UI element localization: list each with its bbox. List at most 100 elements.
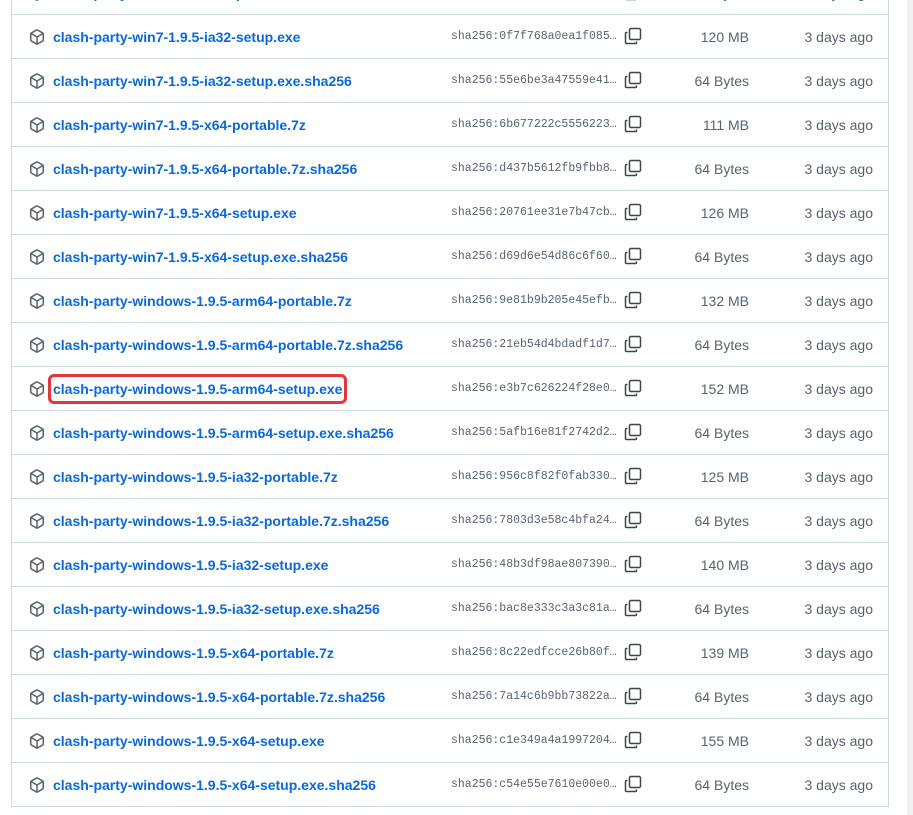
asset-size: 64 Bytes [694,249,749,265]
asset-date: 3 days ago [804,73,874,89]
asset-size: 64 Bytes [694,689,749,705]
asset-date: 3 days ago [804,777,874,793]
package-icon [30,29,44,45]
asset-row: clash-party-windows-1.9.5-ia32-setup.exe… [12,543,888,587]
asset-name-link[interactable]: clash-party-windows-1.9.5-x64-portable.7… [53,687,385,707]
asset-sha256: sha256:8c22edfcce26b80f4… [451,646,619,659]
asset-sha256: sha256:55e6be3a47559e410… [451,74,619,87]
package-icon [30,249,44,265]
asset-size: 64 Bytes [694,161,749,177]
asset-size: 155 MB [700,733,749,749]
asset-name-link[interactable]: clash-party-windows-1.9.5-x64-portable.7… [53,643,334,663]
asset-name-link[interactable]: clash-party-win7-1.9.5-ia32-setup.exe [53,27,300,47]
asset-name-link[interactable]: clash-party-windows-1.9.5-ia32-portable.… [53,467,338,487]
asset-name-link[interactable]: clash-party-windows-1.9.5-ia32-setup.exe… [53,599,380,619]
asset-sha256: sha256:e3b7c626224f28e08… [451,382,619,395]
asset-size: 126 MB [700,205,749,221]
asset-date: 3 days ago [804,337,874,353]
asset-name-link[interactable]: clash-party-win7-1.9.5-x64-setup.exe.sha… [53,247,348,267]
asset-name-link[interactable]: clash-party-win7-1.9.5-ia32-setup.exe.sh… [53,71,352,91]
package-icon [30,381,44,397]
copy-icon[interactable] [624,203,642,221]
asset-name-link[interactable]: clash-party-win7-1.9.5-x64-setup.exe [53,203,297,223]
copy-icon[interactable] [624,467,642,485]
asset-name-link[interactable]: clash-party-windows-1.9.5-arm64-portable… [53,335,403,355]
asset-name-link[interactable]: clash-party-win7-1.9.5-x64-portable.7z [53,115,306,135]
package-icon [30,73,44,89]
page-scrollbar[interactable] [907,0,913,815]
asset-sha256: sha256:7803d3e58c4bfa245… [451,514,619,527]
asset-sha256: sha256:9e81b9b205e45efb7… [451,294,619,307]
asset-row: clash-party-windows-1.9.5-x64-portable.7… [12,631,888,675]
copy-icon[interactable] [624,555,642,573]
asset-sha256: sha256:48b3df98ae8073900… [451,558,619,571]
asset-sha256: sha256:0a1b2c3d4e5f67890abc... [451,0,619,1]
copy-icon[interactable] [624,71,642,89]
asset-name-link[interactable]: clash-party-windows-1.9.5-ia32-portable.… [53,511,389,531]
asset-row: clash-party-windows-1.9.5-x64-portable.7… [12,675,888,719]
copy-icon[interactable] [624,115,642,133]
asset-name-link[interactable]: clash-party-windows-1.9.5-x64-setup.exe [53,731,325,751]
asset-date: 3 days ago [804,381,874,397]
copy-icon[interactable] [624,775,642,793]
asset-name-link[interactable]: clash-party-win7-1.9.5-x64-portable.7z.s… [53,159,357,179]
asset-row: clash-party-win7-1.9.5-ia32-setup.exe sh… [12,15,888,59]
asset-row: clash-party-windows-1.9.5-x64-setup.exe … [12,719,888,763]
package-icon [30,161,44,177]
asset-sha256: sha256:6b677222c5556223d… [451,118,619,131]
asset-size: 64 Bytes [694,73,749,89]
package-icon [30,777,44,793]
asset-name-link[interactable]: clash-party-windows-1.9.5-arm64-portable… [53,291,352,311]
asset-date: 3 days ago [804,117,874,133]
asset-size: 140 MB [700,557,749,573]
asset-size: 132 MB [700,293,749,309]
asset-row: clash-party-windows-1.9.5-ia32-portable.… [12,499,888,543]
asset-size: 120 MB [700,29,749,45]
asset-row: clash-party-windows-1.9.5-arm64-setup.ex… [12,411,888,455]
asset-row: clash-party-win7-1.9.5-ia32-setup.exe.sh… [12,59,888,103]
asset-name-link[interactable]: clash-party-windows-1.9.5-ia32-setup.exe [53,555,328,575]
asset-row: clash-party-windows-1.9.5-ia32-portable.… [12,455,888,499]
asset-date: 3 days ago [804,293,874,309]
copy-icon[interactable] [624,687,642,705]
asset-row: clash-party-win7-1.9.5-x64-setup.exe sha… [12,191,888,235]
copy-icon[interactable] [624,291,642,309]
asset-date: 3 days ago [804,601,874,617]
asset-name-link[interactable]: clash-party-windows-1.9.5-x64-setup.exe.… [53,775,376,795]
asset-size: 139 MB [700,645,749,661]
asset-sha256: sha256:5afb16e81f2742d2d… [451,426,619,439]
copy-icon[interactable] [624,247,642,265]
asset-sha256: sha256:bac8e333c3a3c81a1… [451,602,619,615]
asset-date: 3 days ago [804,205,874,221]
copy-icon[interactable] [624,27,642,45]
asset-row: clash-party-win7-1.9.5-x64-portable.7z.s… [12,147,888,191]
asset-size: 64 Bytes [694,777,749,793]
asset-sha256: sha256:c54e55e7610e00e09… [451,778,619,791]
asset-name-link[interactable]: clash-party-win7-1.9.5-ia32-portable.7z.… [53,0,361,3]
copy-icon[interactable] [624,511,642,529]
package-icon [30,205,44,221]
asset-name-link[interactable]: clash-party-windows-1.9.5-arm64-setup.ex… [47,374,348,404]
copy-icon[interactable] [624,379,642,397]
asset-row: clash-party-win7-1.9.5-ia32-portable.7z.… [12,0,888,15]
asset-date: 3 days ago [804,249,874,265]
asset-sha256: sha256:7a14c6b9bb73822ad… [451,690,619,703]
package-icon [30,469,44,485]
release-assets-list: clash-party-win7-1.9.5-ia32-portable.7z.… [11,0,889,807]
copy-icon[interactable] [624,643,642,661]
copy-icon[interactable] [624,159,642,177]
copy-icon[interactable] [624,423,642,441]
asset-date: 3 days ago [804,469,874,485]
asset-row: clash-party-win7-1.9.5-x64-setup.exe.sha… [12,235,888,279]
package-icon [30,645,44,661]
copy-icon[interactable] [624,0,642,1]
asset-size: 152 MB [700,381,749,397]
asset-name-link[interactable]: clash-party-windows-1.9.5-arm64-setup.ex… [53,423,394,443]
copy-icon[interactable] [624,599,642,617]
copy-icon[interactable] [624,731,642,749]
asset-size: 64 Bytes [694,425,749,441]
package-icon [30,513,44,529]
asset-row: clash-party-windows-1.9.5-arm64-setup.ex… [12,367,888,411]
asset-size: 125 MB [700,469,749,485]
copy-icon[interactable] [624,335,642,353]
